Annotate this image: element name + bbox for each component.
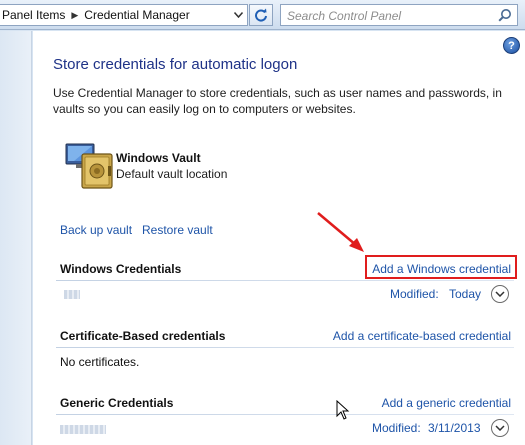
section-divider <box>56 347 514 348</box>
section-divider <box>56 414 514 415</box>
restore-vault-link[interactable]: Restore vault <box>142 223 213 237</box>
page-title: Store credentials for automatic logon <box>53 56 298 73</box>
back-up-vault-link[interactable]: Back up vault <box>60 223 132 237</box>
left-strip <box>0 31 32 445</box>
help-icon[interactable]: ? <box>503 37 520 54</box>
breadcrumb-separator-icon[interactable]: ▶ <box>71 10 78 21</box>
highlight-box <box>365 255 517 279</box>
windows-credentials-title: Windows Credentials <box>60 262 182 276</box>
vault-description: Default vault location <box>116 167 228 181</box>
search-input[interactable] <box>287 8 487 23</box>
address-bar: Panel Items ▶ Credential Manager <box>0 0 525 30</box>
section-divider <box>56 280 514 281</box>
mouse-cursor <box>336 399 350 423</box>
add-generic-credential-link[interactable]: Add a generic credential <box>382 396 511 410</box>
credential-name-redacted[interactable] <box>60 425 106 434</box>
modified-label: Modified: <box>372 421 421 435</box>
breadcrumb[interactable]: Panel Items ▶ Credential Manager <box>0 4 248 26</box>
modified-label: Modified: <box>390 287 439 301</box>
vault-name: Windows Vault <box>116 151 201 165</box>
page-description: Use Credential Manager to store credenti… <box>53 86 502 116</box>
refresh-icon <box>255 8 267 22</box>
search-box[interactable] <box>280 4 518 26</box>
expand-icon[interactable] <box>491 285 509 303</box>
no-certificates-text: No certificates. <box>60 355 140 369</box>
certificate-credentials-title: Certificate-Based credentials <box>60 329 226 343</box>
generic-credentials-title: Generic Credentials <box>60 396 174 410</box>
add-certificate-credential-link[interactable]: Add a certificate-based credential <box>333 329 511 343</box>
breadcrumb-item-credential-manager[interactable]: Credential Manager <box>84 8 189 22</box>
vault-icon <box>64 140 116 195</box>
expand-icon[interactable] <box>491 419 509 437</box>
credential-name-redacted[interactable] <box>64 290 80 299</box>
search-icon[interactable] <box>498 8 512 25</box>
modified-value: Today <box>449 287 482 301</box>
refresh-button[interactable] <box>249 4 273 26</box>
modified-value: 3/11/2013 <box>428 421 481 435</box>
chevron-down-icon[interactable] <box>229 5 247 25</box>
breadcrumb-item-panel-items[interactable]: Panel Items <box>2 8 65 22</box>
